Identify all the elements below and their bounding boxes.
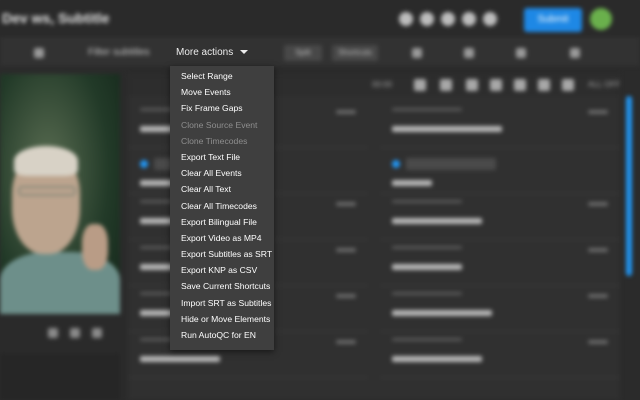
settings-icon[interactable] — [462, 12, 476, 26]
menu-item-fix-frame-gaps[interactable]: Fix Frame Gaps — [170, 100, 274, 116]
menu-item-run-autoqc-for-en[interactable]: Run AutoQC for EN — [170, 327, 274, 343]
menu-item-select-range[interactable]: Select Range — [170, 68, 274, 84]
caption-icon[interactable] — [48, 328, 58, 338]
filter-dropdown[interactable]: Filter subtitles — [88, 47, 150, 58]
list-item[interactable] — [380, 332, 620, 378]
phone-icon[interactable] — [34, 48, 44, 58]
menu-item-export-subtitles-as-srt[interactable]: Export Subtitles as SRT — [170, 246, 274, 262]
video-player[interactable] — [0, 74, 120, 314]
caret-down-icon — [240, 50, 249, 54]
video-controls — [0, 314, 120, 354]
menu-item-hide-or-move-elements[interactable]: Hide or Move Elements — [170, 311, 274, 327]
menu-item-import-srt-as-subtitles[interactable]: Import SRT as Subtitles — [170, 295, 274, 311]
list-item[interactable] — [380, 148, 620, 194]
menu-item-clear-all-timecodes[interactable]: Clear All Timecodes — [170, 198, 274, 214]
zoom-label: ALL OFF — [588, 80, 621, 89]
list-item[interactable] — [380, 102, 620, 148]
sync-icon[interactable] — [440, 79, 452, 91]
list-item[interactable] — [380, 194, 620, 240]
search-icon[interactable] — [414, 79, 426, 91]
split-button[interactable]: Split — [284, 45, 322, 61]
undo-icon[interactable] — [399, 12, 413, 26]
menu-item-export-knp-as-csv[interactable]: Export KNP as CSV — [170, 262, 274, 278]
menu-item-export-text-file[interactable]: Export Text File — [170, 149, 274, 165]
menu-item-export-bilingual-file[interactable]: Export Bilingual File — [170, 214, 274, 230]
video-figure-glasses — [18, 186, 76, 196]
scissors-icon[interactable] — [466, 79, 478, 91]
submit-button[interactable]: Submit — [524, 8, 582, 32]
copy-icon[interactable] — [490, 79, 502, 91]
menu-item-save-current-shortcuts[interactable]: Save Current Shortcuts — [170, 278, 274, 294]
redo-icon[interactable] — [420, 12, 434, 26]
film-icon[interactable] — [538, 79, 550, 91]
menu-item-clear-all-events[interactable]: Clear All Events — [170, 165, 274, 181]
list-item[interactable] — [380, 286, 620, 332]
menu-item-export-video-as-mp4[interactable]: Export Video as MP4 — [170, 230, 274, 246]
more-actions-label: More actions — [176, 46, 234, 58]
waveform-strip — [0, 354, 120, 400]
swap-icon[interactable] — [464, 48, 474, 58]
video-figure-hair — [14, 146, 78, 176]
header-bar: Dev ws, Subtitle Submit — [0, 0, 640, 38]
target-column — [380, 96, 620, 400]
menu-item-clear-all-text[interactable]: Clear All Text — [170, 181, 274, 197]
shortcuts-button[interactable]: Shortcuts — [332, 45, 378, 61]
more-actions-menu: Select Range Move Events Fix Frame Gaps Clo… — [170, 66, 274, 350]
volume-icon[interactable] — [70, 328, 80, 338]
fullscreen-icon[interactable] — [92, 328, 102, 338]
more-actions-button[interactable]: More actions — [176, 41, 249, 63]
list-item[interactable] — [380, 240, 620, 286]
avatar[interactable] — [590, 8, 612, 30]
menu-item-clone-source-event: Clone Source Event — [181, 119, 258, 130]
grid-icon[interactable] — [516, 48, 526, 58]
timecode-header: 00:00 — [372, 80, 393, 89]
menu-item-move-events[interactable]: Move Events — [170, 84, 274, 100]
info-icon[interactable] — [483, 12, 497, 26]
help-icon[interactable] — [441, 12, 455, 26]
video-figure-hand — [82, 224, 108, 270]
comment-icon[interactable] — [412, 48, 422, 58]
scrollbar[interactable] — [626, 96, 632, 276]
blurred-background: Dev ws, Subtitle Submit Filter subtitles… — [0, 0, 640, 400]
app-window: Dev ws, Subtitle Submit Filter subtitles… — [0, 0, 640, 400]
menu-item-clone-timecodes: Clone Timecodes — [181, 135, 248, 146]
toolbar: Filter subtitles Split Shortcuts — [0, 38, 640, 66]
paste-icon[interactable] — [514, 79, 526, 91]
user-icon[interactable] — [570, 48, 580, 58]
stack-icon[interactable] — [562, 79, 574, 91]
page-title: Dev ws, Subtitle — [2, 10, 110, 26]
